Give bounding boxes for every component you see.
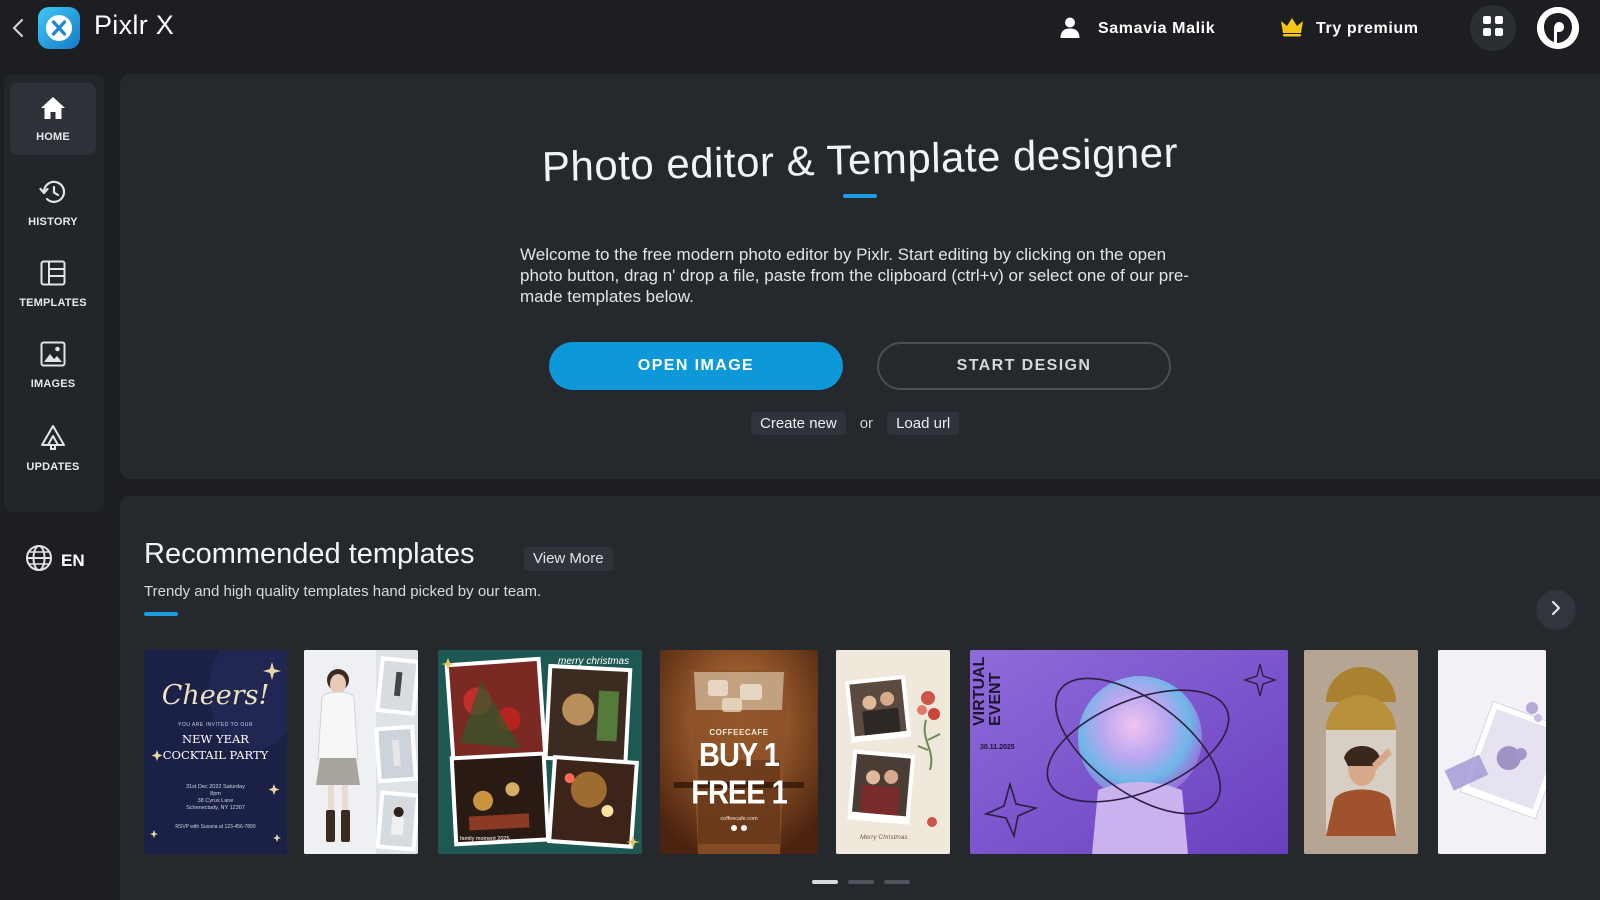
template-text-headline: BUY 1 FREE 1 — [691, 737, 788, 812]
premium-label: Try premium — [1316, 20, 1419, 37]
app-title: Pixlr X — [94, 10, 175, 40]
template-text-cheers: Cheers! — [161, 680, 270, 711]
top-bar: Pixlr X Samavia Malik Try premium — [0, 0, 1600, 58]
back-chevron-icon[interactable] — [8, 14, 28, 42]
template-text-line2: COCKTAIL PARTY — [162, 748, 269, 762]
image-icon — [40, 341, 66, 372]
template-text-site: coffeecafe.com — [720, 816, 758, 822]
sidebar-item-home[interactable]: HOME — [10, 83, 96, 155]
template-card-virtual-event[interactable]: VIRTUAL EVENT 30.11.2025 — [970, 650, 1288, 854]
crown-icon — [1280, 17, 1304, 42]
user-account-button[interactable]: Samavia Malik — [1058, 14, 1215, 44]
pixlr-x-logo[interactable] — [37, 6, 81, 50]
arch-portrait-art — [1304, 650, 1418, 854]
chevron-right-icon — [1550, 600, 1562, 621]
template-text-caption: merry christmas — [558, 656, 630, 667]
carousel-next-button[interactable] — [1536, 590, 1576, 630]
title-underline — [843, 194, 877, 198]
sidebar-item-history[interactable]: HISTORY — [10, 167, 96, 239]
family-christmas-art — [836, 650, 950, 854]
globe-icon — [25, 544, 53, 577]
view-more-button[interactable]: View More — [524, 547, 613, 571]
template-text-invite: YOU ARE INVITED TO OUR — [178, 722, 253, 728]
template-card-arch-portrait[interactable] — [1304, 650, 1418, 854]
template-text-line1: VIRTUAL — [971, 656, 988, 726]
template-text-addr1: 38 Cyrus Lane — [197, 798, 234, 804]
create-new-link[interactable]: Create new — [751, 411, 846, 435]
language-label: EN — [61, 550, 85, 570]
page-title: Photo editor & Template designer — [541, 128, 1179, 191]
template-text-signature: Merry Christmas — [860, 834, 908, 841]
history-icon — [39, 179, 67, 210]
carousel-pagination — [812, 880, 910, 884]
template-card-lavender[interactable] — [1438, 650, 1546, 854]
sidebar-item-label: HOME — [36, 130, 70, 143]
secondary-actions: Create new or Load url — [751, 411, 960, 435]
template-text-details: 31st Dec 2022 Saturday 8pm 38 Cyrus Lane… — [144, 784, 287, 812]
load-url-link[interactable]: Load url — [887, 411, 960, 435]
template-text-title: VIRTUAL EVENT — [971, 656, 1004, 726]
recommended-templates-panel: Recommended templates View More Trendy a… — [120, 496, 1600, 900]
sidebar-item-images[interactable]: IMAGES — [10, 329, 96, 401]
sidebar-item-label: UPDATES — [26, 460, 80, 473]
pagination-dot-3[interactable] — [884, 880, 910, 884]
apps-grid-button[interactable] — [1470, 5, 1516, 51]
template-text-addr2: Schenectady, NY 12307 — [186, 805, 245, 811]
template-text-date: 30.11.2025 — [980, 744, 1015, 751]
template-card-new-year[interactable]: Cheers! YOU ARE INVITED TO OUR NEW YEAR … — [144, 650, 287, 854]
pagination-dot-2[interactable] — [848, 880, 874, 884]
avatar[interactable] — [1537, 7, 1579, 49]
winter-collage-art — [304, 650, 418, 854]
sidebar-item-label: HISTORY — [28, 215, 78, 228]
sidebar: HOME HISTORY TEMPLATES IMAGES UPDATES — [4, 74, 104, 512]
sidebar-item-updates[interactable]: UPDATES — [10, 412, 96, 484]
grid-icon — [1483, 15, 1503, 41]
lavender-art — [1438, 650, 1546, 854]
sidebar-item-label: IMAGES — [30, 377, 76, 390]
christmas-collage-art — [438, 650, 642, 854]
template-card-winter-collage[interactable] — [304, 650, 418, 854]
template-text-time: 8pm — [210, 791, 221, 797]
template-text-footer: family moment 2025 — [460, 836, 510, 842]
home-icon — [40, 96, 66, 125]
template-text-date: 31st Dec 2022 Saturday — [185, 784, 245, 790]
virtual-event-art — [970, 650, 1288, 854]
template-text-line1: NEW YEAR — [182, 732, 249, 746]
sidebar-item-label: TEMPLATES — [19, 296, 87, 309]
open-image-button[interactable]: OPEN IMAGE — [549, 342, 843, 390]
template-card-coffee-promo[interactable]: COFFEECAFE BUY 1 FREE 1 coffeecafe.com — [660, 650, 818, 854]
templates-icon — [40, 260, 66, 291]
section-subtitle: Trendy and high quality templates hand p… — [144, 583, 542, 600]
template-card-christmas-collage[interactable]: merry christmas family moment 2025 — [438, 650, 642, 854]
or-text: or — [859, 414, 874, 432]
welcome-text: Welcome to the free modern photo editor … — [520, 245, 1189, 306]
language-selector[interactable]: EN — [25, 544, 85, 577]
user-name: Samavia Malik — [1098, 20, 1216, 37]
template-text-line2: EVENT — [987, 672, 1004, 726]
pagination-dot-1[interactable] — [812, 880, 838, 884]
sidebar-item-templates[interactable]: TEMPLATES — [10, 248, 96, 320]
hero-panel: Photo editor & Template designer Welcome… — [120, 74, 1600, 479]
template-text-rsvp: RSVP with Susana at 123-456-7890 — [175, 824, 256, 830]
user-icon — [1058, 15, 1082, 44]
start-design-button[interactable]: START DESIGN — [877, 342, 1171, 390]
megaphone-icon — [39, 424, 67, 455]
section-underline — [144, 612, 178, 616]
try-premium-button[interactable]: Try premium — [1280, 14, 1419, 44]
template-card-family-christmas[interactable]: Merry Christmas — [836, 650, 950, 854]
section-title: Recommended templates — [144, 538, 475, 570]
template-text-brand: COFFEECAFE — [709, 728, 769, 737]
